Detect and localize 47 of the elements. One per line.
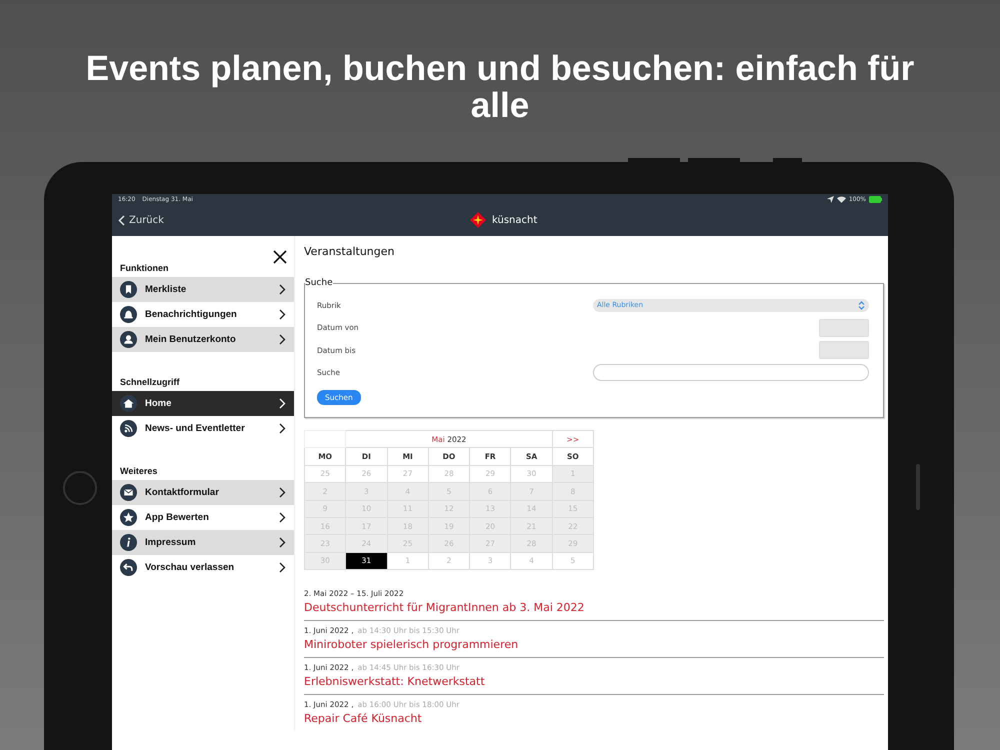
rss-icon — [120, 420, 137, 437]
event-title[interactable]: Miniroboter spielerisch programmieren — [304, 638, 884, 652]
menu-item[interactable]: Home — [112, 391, 294, 416]
menu-item[interactable]: Vorschau verlassen — [112, 555, 294, 580]
bookmark-icon — [120, 281, 137, 298]
wifi-icon — [836, 196, 846, 202]
back-button[interactable]: Zurück — [112, 214, 170, 226]
event-title[interactable]: Erlebniswerkstatt: Knetwerkstatt — [304, 675, 884, 688]
menu-item[interactable]: App Bewerten — [112, 505, 294, 530]
menu-item[interactable]: Mein Benutzerkonto — [112, 327, 294, 352]
close-icon[interactable] — [273, 250, 287, 264]
chevron-right-icon — [279, 309, 286, 320]
chevron-right-icon — [279, 423, 286, 434]
chevron-right-icon — [279, 284, 286, 295]
form-legend: Suche — [305, 278, 333, 288]
chevron-right-icon — [279, 512, 286, 523]
bell-icon — [120, 306, 137, 323]
menu-item[interactable]: Impressum — [112, 530, 294, 555]
section-title: Weiteres — [119, 465, 158, 478]
chevron-right-icon — [279, 537, 286, 548]
info-icon — [120, 534, 137, 551]
menu-item[interactable]: News- und Eventletter — [112, 416, 294, 441]
date-field[interactable] — [819, 341, 869, 360]
menu-item[interactable]: Benachrichtigungen — [112, 302, 294, 327]
section-title: Funktionen — [119, 262, 170, 275]
brand-name: küsnacht — [492, 214, 538, 226]
dropdown-arrows-icon — [858, 300, 865, 310]
page-title: Veranstaltungen — [304, 245, 396, 258]
section-title: Schnellzugriff — [119, 376, 181, 389]
chevron-left-icon — [118, 214, 125, 226]
search-field[interactable] — [593, 364, 869, 382]
mail-icon — [120, 484, 137, 501]
menu-item[interactable]: Kontaktformular — [112, 480, 294, 505]
menu-item[interactable]: Merkliste — [112, 277, 294, 302]
date-field[interactable] — [819, 318, 869, 337]
home-icon — [120, 395, 137, 412]
chevron-right-icon — [279, 398, 286, 409]
back-icon — [120, 559, 137, 576]
headline: Events planen, buchen und besuchen: einfach für alle — [84, 50, 916, 124]
chevron-right-icon — [279, 562, 286, 573]
person-icon — [120, 331, 137, 348]
event-title[interactable]: Deutschunterricht für MigrantInnen ab 3. Mai 2022 — [304, 601, 884, 614]
chevron-right-icon — [279, 334, 286, 345]
event-title[interactable]: Repair Café Küsnacht — [304, 712, 884, 726]
chevron-right-icon — [279, 487, 286, 498]
battery-icon — [869, 196, 882, 202]
logo-icon — [470, 212, 486, 228]
